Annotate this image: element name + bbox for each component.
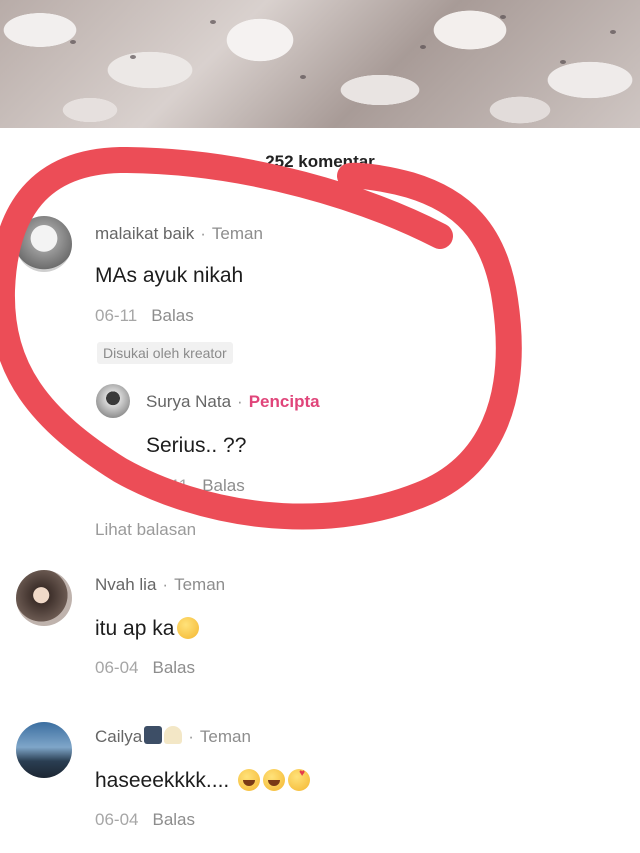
liked-by-creator-badge: Disukai oleh kreator xyxy=(97,342,233,364)
separator-dot: · xyxy=(200,224,206,243)
laughing-emoji-icon xyxy=(238,769,261,791)
comment-date: 06-04 xyxy=(95,810,139,829)
avatar[interactable] xyxy=(16,722,72,778)
creator-tag: Pencipta xyxy=(248,392,320,411)
smiling-emoji-icon xyxy=(177,617,200,639)
reply-date: 06-11 xyxy=(146,476,189,495)
reply-button[interactable]: Balas xyxy=(152,658,195,677)
comment-date: 06-04 xyxy=(95,658,139,677)
relation-tag: Teman xyxy=(199,727,251,746)
reply-button[interactable]: Balas xyxy=(202,476,245,495)
reply-button[interactable]: Balas xyxy=(151,306,194,325)
comment-text: haseeekkkk.... xyxy=(95,769,230,792)
heart-face-emoji-icon xyxy=(288,768,311,791)
reply-button[interactable]: Balas xyxy=(152,810,195,829)
sparkle-icon xyxy=(144,726,163,744)
comment-text: itu ap ka xyxy=(95,617,175,640)
separator-dot: · xyxy=(188,727,194,746)
avatar[interactable] xyxy=(96,384,130,418)
relation-tag: Teman xyxy=(174,575,226,594)
separator-dot: · xyxy=(237,392,243,411)
avatar[interactable] xyxy=(16,570,72,626)
reply-author[interactable]: Surya Nata xyxy=(146,392,231,411)
relation-tag: Teman xyxy=(211,224,263,243)
comment-author[interactable]: malaikat baik xyxy=(95,224,194,243)
video-thumbnail xyxy=(0,0,640,128)
cake-icon xyxy=(164,726,183,744)
comment-count: 252 komentar xyxy=(265,152,375,171)
reply-text: Serius.. ?? xyxy=(146,434,247,457)
laughing-emoji-icon xyxy=(263,769,286,791)
comment-author[interactable]: Nvah lia xyxy=(95,575,156,594)
avatar[interactable] xyxy=(16,216,72,272)
comment-author[interactable]: Cailya xyxy=(95,727,142,746)
comment-text: MAs ayuk nikah xyxy=(95,264,244,287)
view-replies-link[interactable]: Lihat balasan xyxy=(95,520,196,540)
comment-date: 06-11 xyxy=(95,306,138,325)
separator-dot: · xyxy=(162,575,169,594)
